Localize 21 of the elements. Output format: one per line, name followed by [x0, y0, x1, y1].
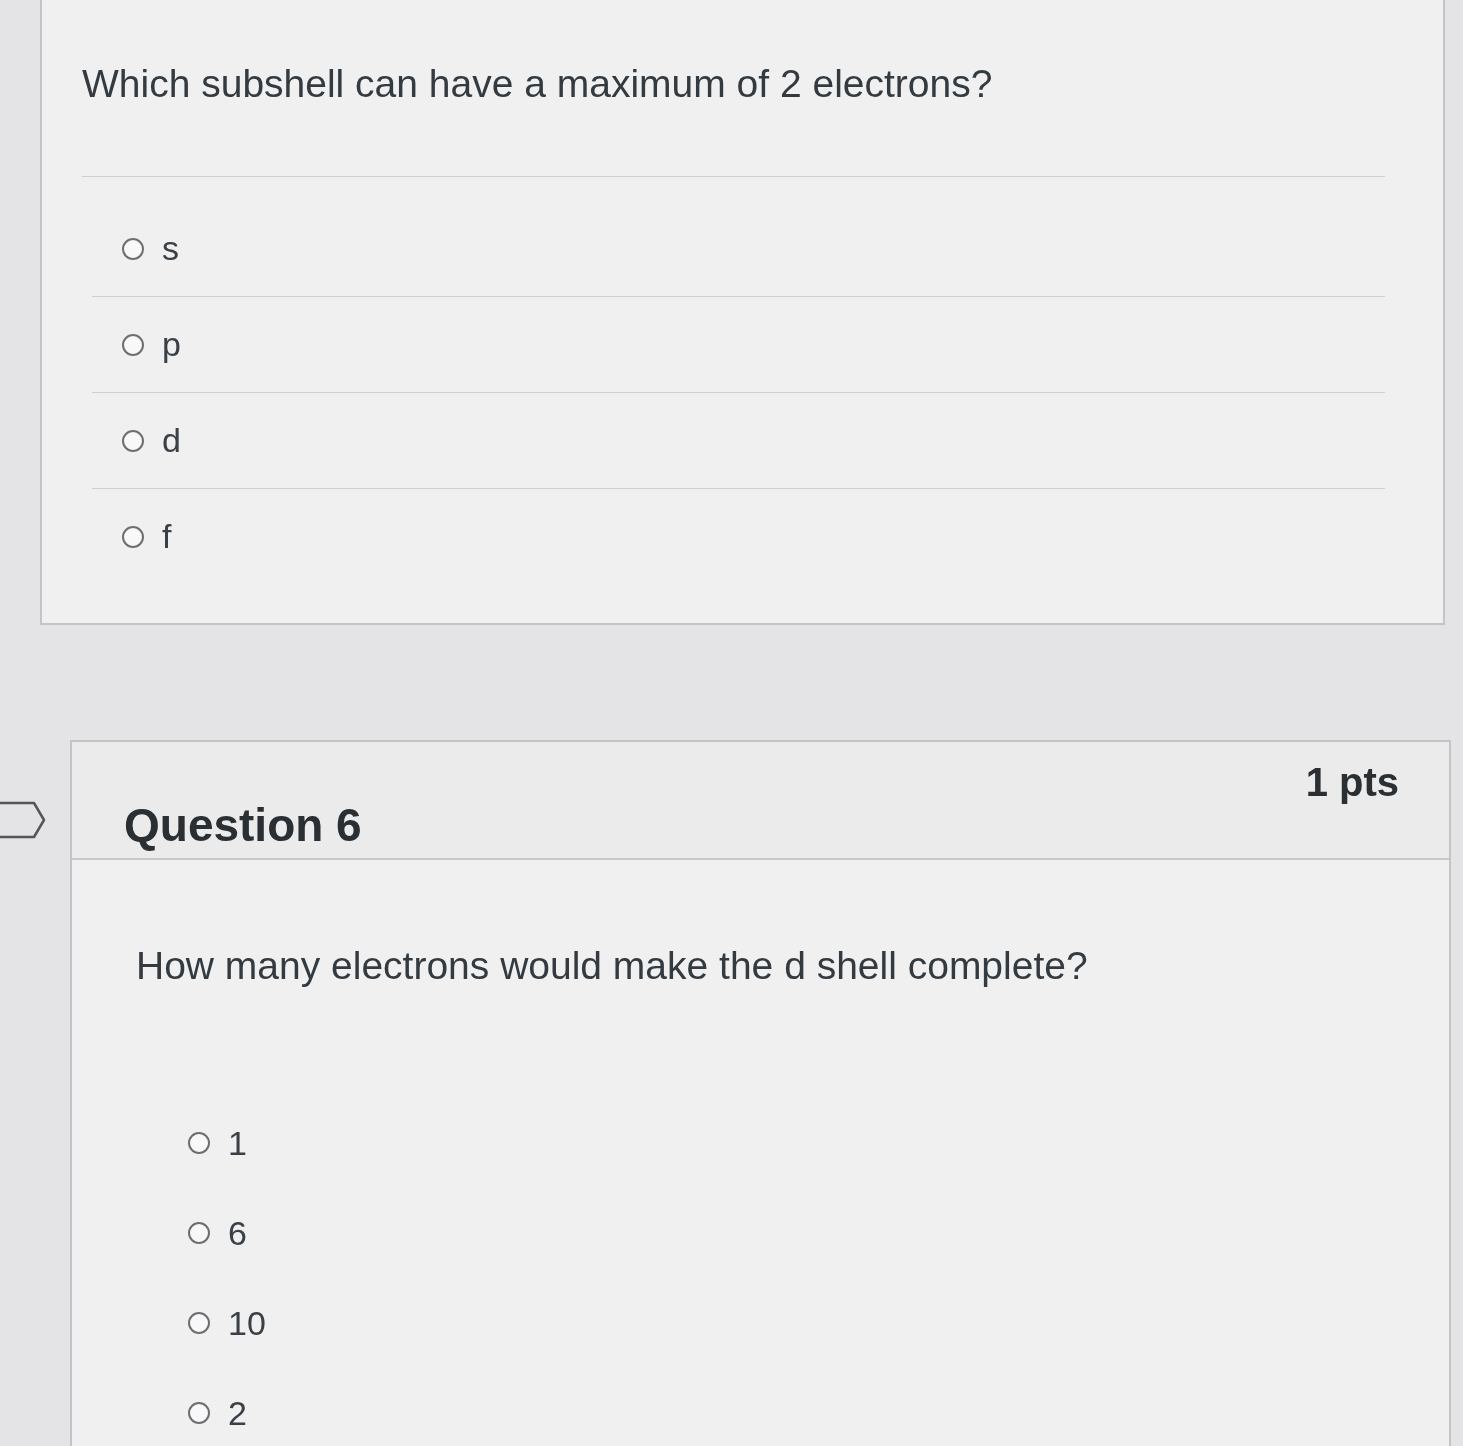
- answer-label[interactable]: d: [162, 421, 181, 460]
- radio-button[interactable]: [122, 429, 144, 452]
- answer-label[interactable]: 2: [228, 1393, 247, 1433]
- radio-button[interactable]: [122, 237, 144, 260]
- answer-label[interactable]: 1: [228, 1123, 247, 1163]
- radio-button[interactable]: [188, 1132, 210, 1154]
- answer-label[interactable]: 6: [228, 1213, 247, 1253]
- radio-button[interactable]: [188, 1222, 210, 1244]
- answer-label[interactable]: 10: [228, 1303, 266, 1343]
- answer-label[interactable]: p: [162, 325, 181, 364]
- answer-label[interactable]: f: [162, 517, 172, 556]
- radio-button[interactable]: [122, 525, 144, 548]
- question-title: Question 6: [124, 798, 362, 852]
- flag-icon[interactable]: [0, 800, 46, 840]
- question-text: How many electrons would make the d shell complete?: [136, 944, 1089, 988]
- question-text: Which subshell can have a maximum of 2 electrons?: [82, 62, 1385, 177]
- radio-button[interactable]: [188, 1312, 210, 1334]
- answer-label[interactable]: s: [162, 229, 179, 268]
- radio-button[interactable]: [122, 333, 144, 356]
- points-label: 1 pts: [1305, 760, 1399, 805]
- radio-button[interactable]: [188, 1402, 210, 1424]
